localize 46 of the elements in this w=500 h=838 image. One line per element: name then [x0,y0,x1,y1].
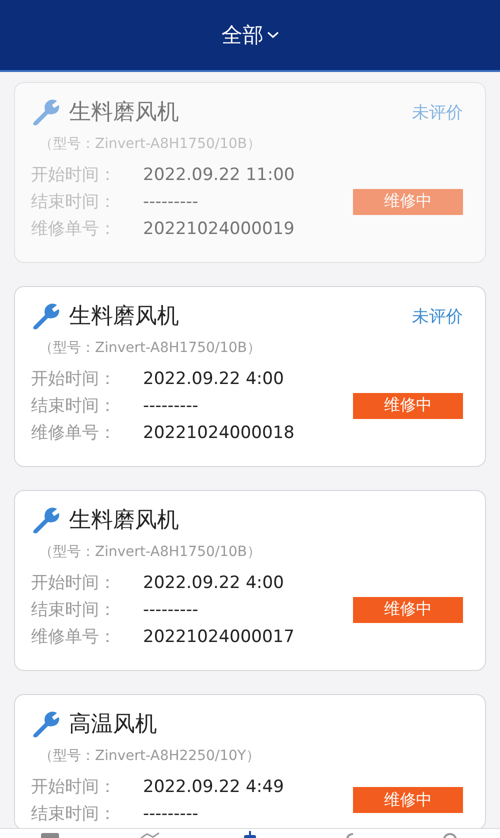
model-number: （型号：Zinvert-A8H2250/10Y） [39,747,261,765]
field-label: 结束时间： [31,599,117,621]
field-value: 20221024000019 [143,218,294,238]
field-value: 2022.09.22 11:00 [143,164,295,184]
repair-card[interactable]: 生料磨风机 未评价 （型号：Zinvert-A8H1750/10B） 开始时间： 2022.09.22 11:00 结束时间： --------- 维修单号： 20221024000019 维修中 [14,82,486,263]
field-value: --------- [143,600,198,620]
field-label: 维修单号： [31,422,117,444]
field-value: 20221024000018 [143,422,294,442]
status-badge: 维修中 [353,596,463,622]
field-label: 开始时间： [31,572,117,594]
repair-card[interactable]: 生料磨风机 （型号：Zinvert-A8H1750/10B） 开始时间： 2022.09.22 4:00 结束时间： --------- 维修单号： 20221024000017 维修中 [14,490,486,671]
model-number: （型号：Zinvert-A8H1750/10B） [39,135,262,153]
field-label: 结束时间： [31,395,117,417]
chevron-down-icon [266,31,278,39]
repair-card[interactable]: 高温风机 （型号：Zinvert-A8H2250/10Y） 开始时间： 2022.09.22 4:49 结束时间： --------- 维修中 [14,694,486,828]
field-label: 结束时间： [31,803,117,825]
model-number: （型号：Zinvert-A8H1750/10B） [39,339,262,357]
model-number: （型号：Zinvert-A8H1750/10B） [39,543,262,561]
wrench-icon [31,302,61,330]
rating-status: 未评价 [412,306,463,328]
field-label: 维修单号： [31,218,117,240]
rating-status: 未评价 [412,102,463,124]
field-label: 维修单号： [31,626,117,648]
field-value: --------- [143,804,198,824]
wrench-icon [31,710,61,738]
device-name: 生料磨风机 [69,99,180,127]
device-name: 生料磨风机 [69,303,180,331]
field-value: 2022.09.22 4:49 [143,776,284,796]
device-name: 生料磨风机 [69,507,180,535]
field-label: 开始时间： [31,164,117,186]
status-badge: 维修中 [353,787,463,813]
repair-card[interactable]: 生料磨风机 未评价 （型号：Zinvert-A8H1750/10B） 开始时间： 2022.09.22 4:00 结束时间： --------- 维修单号： 20221024000018 维修中 [14,286,486,467]
field-label: 开始时间： [31,368,117,390]
field-label: 结束时间： [31,191,117,213]
status-badge: 维修中 [353,392,463,418]
filter-dropdown[interactable]: 全部 [222,21,278,49]
field-value: --------- [143,396,198,416]
field-value: --------- [143,192,198,212]
field-label: 开始时间： [31,776,117,798]
status-badge: 维修中 [353,188,463,214]
field-value: 2022.09.22 4:00 [143,572,284,592]
wrench-icon [31,98,61,126]
field-value: 20221024000017 [143,626,294,646]
device-name: 高温风机 [69,711,158,739]
field-value: 2022.09.22 4:00 [143,368,284,388]
wrench-icon [31,506,61,534]
